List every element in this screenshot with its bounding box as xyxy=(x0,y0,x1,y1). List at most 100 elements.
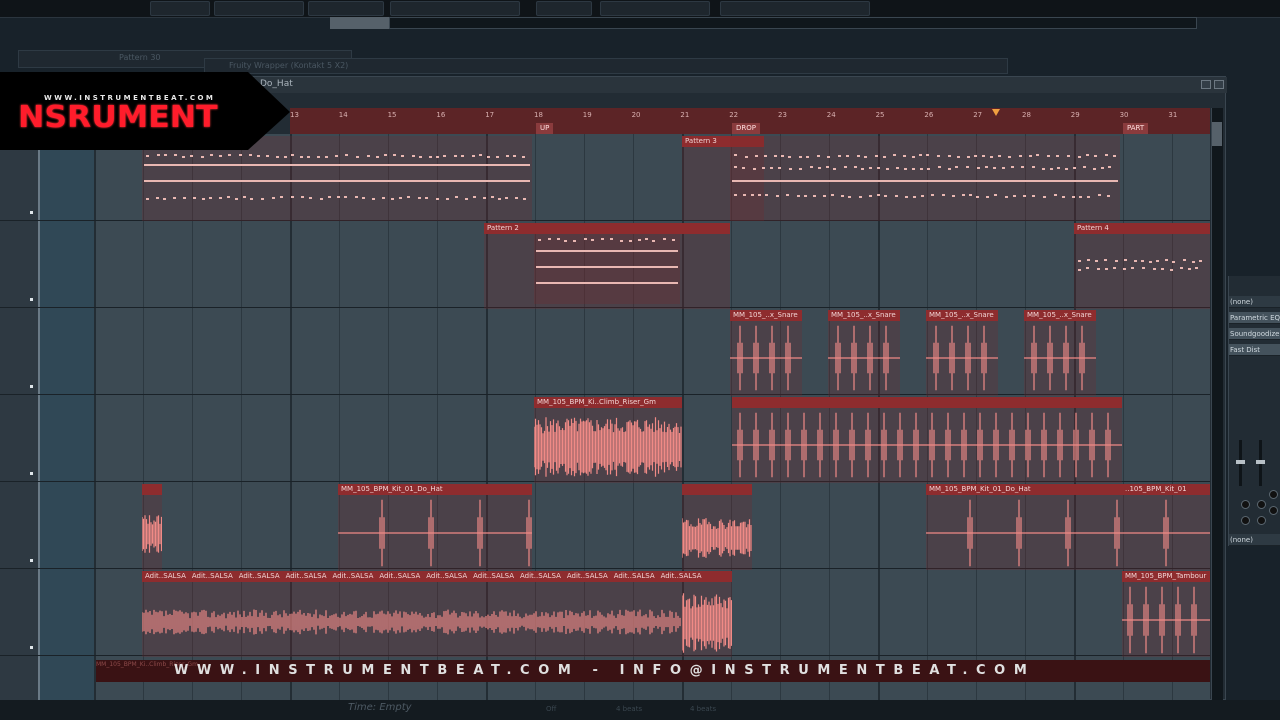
pattern-note xyxy=(1043,196,1046,198)
timeline-marker[interactable]: DROP xyxy=(732,123,760,134)
playlist-clip[interactable]: MM_105_..x_Snare xyxy=(926,310,998,396)
track-header[interactable] xyxy=(0,395,40,482)
toolbar-button[interactable] xyxy=(720,1,870,16)
close-button[interactable] xyxy=(1214,80,1224,89)
clip-header[interactable] xyxy=(682,484,752,495)
pattern-note xyxy=(1086,154,1089,156)
pattern-note xyxy=(844,166,847,168)
mixer-fx-slot[interactable]: Fast Dist xyxy=(1229,344,1280,356)
clip-header[interactable] xyxy=(732,397,1122,408)
pattern-note xyxy=(919,154,922,156)
pattern-note xyxy=(284,156,287,158)
playlist-clip[interactable]: Pattern 4 xyxy=(1074,223,1210,309)
pattern-note xyxy=(1087,259,1090,261)
vertical-scrollbar[interactable] xyxy=(1211,108,1223,700)
playlist-tracks[interactable]: Pattern 3 Pattern 2 Pattern 4 MM_105_..x_Sn… xyxy=(40,134,1210,700)
mixer-knob[interactable] xyxy=(1257,516,1266,525)
playlist-clip[interactable]: Adit..SALSA Adit..SALSA Adit..SALSA Adit..S… xyxy=(142,571,732,657)
playlist-clip[interactable]: MM_105_..x_Snare xyxy=(828,310,900,396)
wrapper-window[interactable]: Fruity Wrapper (Kontakt 5 X2) xyxy=(204,58,1008,74)
pattern-note xyxy=(376,156,379,158)
mixer-fx-slot[interactable]: (none) xyxy=(1229,296,1280,308)
track-handle[interactable] xyxy=(30,472,33,475)
minimize-button[interactable] xyxy=(1201,80,1211,89)
pattern-note xyxy=(146,198,149,200)
playlist-clip[interactable]: MM_105_BPM_Tambour xyxy=(1122,571,1210,657)
toolbar-button[interactable] xyxy=(150,1,210,16)
track-header[interactable] xyxy=(0,569,40,656)
track-header[interactable] xyxy=(0,308,40,395)
clip-header[interactable]: MM_105_BPM_Ki..Climb_Riser_Gm xyxy=(534,397,682,408)
fader-cap[interactable] xyxy=(1236,460,1245,464)
track-header[interactable] xyxy=(0,482,40,569)
clip-header[interactable]: MM_105_BPM_Kit_01_Do_Hat xyxy=(926,484,1122,495)
mixer-fx-slot[interactable]: Parametric EQ 2 xyxy=(1229,312,1280,324)
horizontal-scroll-thumb[interactable] xyxy=(330,17,390,29)
clip-header[interactable]: MM_105_BPM_Tambour xyxy=(1122,571,1210,582)
pattern-note xyxy=(1115,260,1118,262)
pattern-note xyxy=(765,194,768,196)
fader-cap[interactable] xyxy=(1256,460,1265,464)
mixer-fx-slot[interactable]: Soundgoodizer xyxy=(1229,328,1280,340)
mixer-knob[interactable] xyxy=(1269,490,1278,499)
clip-header[interactable]: Adit..SALSA Adit..SALSA Adit..SALSA Adit..S… xyxy=(142,571,732,582)
vertical-scroll-thumb[interactable] xyxy=(1212,122,1222,146)
clip-header[interactable]: MM_105_..x_Snare xyxy=(926,310,998,321)
track-handle[interactable] xyxy=(30,646,33,649)
playlist-clip[interactable]: MM_105_BPM_Kit_01_Do_Hat xyxy=(338,484,532,570)
toolbar-button[interactable] xyxy=(308,1,384,16)
playlist-clip[interactable] xyxy=(732,397,1122,483)
toolbar-button[interactable] xyxy=(536,1,592,16)
clip-header[interactable]: MM_105_..x_Snare xyxy=(730,310,802,321)
clip-header[interactable]: MM_105_..x_Snare xyxy=(828,310,900,321)
pattern-note xyxy=(146,155,149,157)
playlist-clip[interactable]: MM_105_BPM_Kit_01_Do_Hat xyxy=(926,484,1122,570)
pattern-note xyxy=(610,238,613,240)
clip-header[interactable] xyxy=(142,484,162,495)
pattern-note xyxy=(990,156,993,158)
footer-banner-text: WWW.INSTRUMENTBEAT.COM - INFO@INSTRUMENT… xyxy=(174,663,1036,678)
pattern-note xyxy=(584,238,587,240)
timeline-ruler[interactable]: 13 14 15 16 17 18 19 20 21 22 23 24 25 26 27 28 29 30 31 UP… xyxy=(290,108,1210,134)
track-header[interactable] xyxy=(0,221,40,308)
mixer-knob[interactable] xyxy=(1269,506,1278,515)
pattern-note xyxy=(1032,166,1035,168)
mixer-fx-slot[interactable]: (none) xyxy=(1229,534,1280,546)
clip-header[interactable]: MM_105_..x_Snare xyxy=(1024,310,1096,321)
toolbar-button[interactable] xyxy=(214,1,304,16)
pattern-note xyxy=(781,155,784,157)
clip-header[interactable]: ..105_BPM_Kit_01 xyxy=(1122,484,1210,495)
timeline-marker[interactable]: PART xyxy=(1123,123,1149,134)
playhead-marker[interactable] xyxy=(992,109,1000,116)
playlist-clip[interactable] xyxy=(142,484,162,570)
playlist-clip[interactable] xyxy=(534,234,680,304)
toolbar-button[interactable] xyxy=(390,1,520,16)
clip-header[interactable]: Pattern 2 xyxy=(484,223,730,234)
mixer-knob[interactable] xyxy=(1257,500,1266,509)
pattern-note xyxy=(859,196,862,198)
pattern-note xyxy=(833,168,836,170)
track-handle[interactable] xyxy=(30,385,33,388)
playlist-clip[interactable] xyxy=(730,136,1120,221)
track-handle[interactable] xyxy=(30,298,33,301)
toolbar-button[interactable] xyxy=(600,1,710,16)
audio-waveform xyxy=(682,593,732,653)
pattern-note xyxy=(291,154,294,156)
mixer-knob[interactable] xyxy=(1241,516,1250,525)
track-handle[interactable] xyxy=(30,211,33,214)
playlist-clip[interactable]: MM_105_BPM_Ki..Climb_Riser_Gm xyxy=(534,397,682,483)
playlist-clip[interactable]: MM_105_..x_Snare xyxy=(730,310,802,396)
playlist-clip[interactable]: MM_105_..x_Snare xyxy=(1024,310,1096,396)
horizontal-scrollbar[interactable] xyxy=(389,17,1197,29)
timeline-marker[interactable]: UP xyxy=(536,123,554,134)
mixer-knob[interactable] xyxy=(1241,500,1250,509)
clip-header[interactable]: MM_105_BPM_Kit_01_Do_Hat xyxy=(338,484,532,495)
pattern-note xyxy=(1113,267,1116,269)
playlist-clip[interactable] xyxy=(682,484,752,570)
pattern-note xyxy=(1013,195,1016,197)
track-handle[interactable] xyxy=(30,559,33,562)
clip-header[interactable]: Pattern 4 xyxy=(1074,223,1210,234)
playlist-clip[interactable]: ..105_BPM_Kit_01 xyxy=(1122,484,1210,570)
pattern-note xyxy=(506,155,509,157)
pattern-note xyxy=(948,168,951,170)
